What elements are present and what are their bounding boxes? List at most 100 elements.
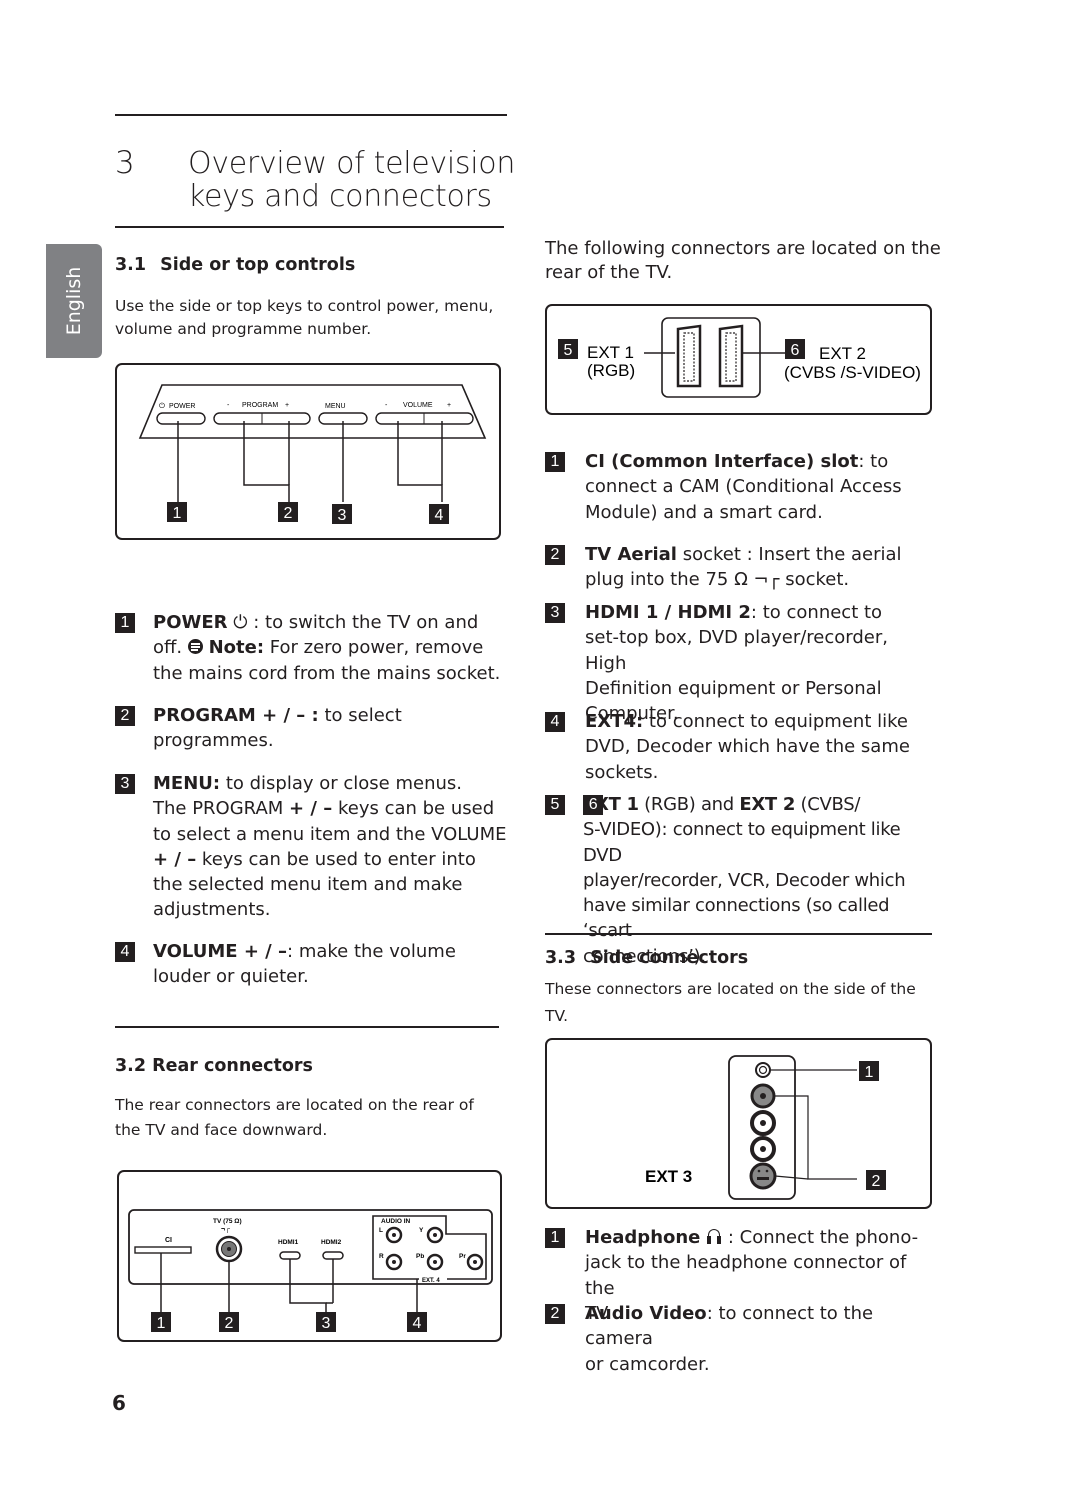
pb-label: Pb bbox=[416, 1253, 424, 1260]
item-badge: 1 bbox=[545, 452, 565, 472]
item-text: to select a menu item and the VOLUME bbox=[153, 823, 507, 845]
ext1-label: EXT 1 bbox=[587, 343, 634, 362]
item-text: jack to the headphone connector of the bbox=[585, 1252, 907, 1299]
item-text: (CVBS/ bbox=[795, 794, 861, 815]
intro-line: The following connectors are located on … bbox=[545, 238, 941, 259]
item-badge: 5 bbox=[545, 795, 565, 815]
item-badge: 2 bbox=[115, 706, 135, 726]
svideo-jack bbox=[749, 1162, 777, 1190]
item-badge: 3 bbox=[115, 774, 135, 794]
intro-line: rear of the TV. bbox=[545, 262, 673, 283]
callout-5-text: 5 bbox=[564, 342, 573, 359]
item-text-bold: + / – bbox=[153, 848, 197, 870]
language-tab: English bbox=[46, 244, 102, 358]
callout-2-text: 2 bbox=[284, 505, 293, 522]
section-3-2-intro: The rear connectors are located on the r… bbox=[115, 1093, 474, 1143]
ci-label: CI bbox=[165, 1237, 172, 1244]
intro-line: The rear connectors are located on the r… bbox=[115, 1096, 474, 1114]
rear-connectors-figure: CI TV (75 Ω) ¬┌ HDMI1 HDMI2 AUDIO IN L R… bbox=[117, 1170, 502, 1342]
hdmi2-label: HDMI2 bbox=[321, 1239, 342, 1246]
callout-4-text: 4 bbox=[413, 1315, 422, 1332]
audio-r-label: R bbox=[379, 1253, 384, 1260]
callout-1-text: 1 bbox=[173, 505, 182, 522]
item-text: connect a CAM (Conditional Access bbox=[585, 476, 902, 498]
item-badge: 2 bbox=[545, 545, 565, 565]
item-title: EXT 2 bbox=[739, 794, 796, 815]
chapter-title-line2: keys and connectors bbox=[188, 179, 492, 214]
item-title: Headphone bbox=[585, 1227, 701, 1248]
volume-minus-label: - bbox=[385, 402, 388, 409]
item-text: For zero power, remove bbox=[264, 637, 484, 659]
section-3-3-title: Side connectors bbox=[590, 948, 749, 968]
item-badge: 6 bbox=[583, 795, 603, 815]
item-text: plug into the 75 Ω ¬┌ socket. bbox=[585, 569, 850, 591]
intro-line: These connectors are located on the side… bbox=[545, 980, 916, 998]
item-title: TV Aerial bbox=[585, 544, 677, 565]
item-text: or camcorder. bbox=[585, 1353, 710, 1375]
item-title: HDMI 1 / HDMI 2 bbox=[585, 602, 751, 623]
item-text: keys can be used to enter into bbox=[196, 848, 476, 870]
callout-2-text: 2 bbox=[225, 1315, 234, 1332]
volume-plus-label: + bbox=[447, 402, 451, 409]
item-badge: 2 bbox=[545, 1304, 565, 1324]
ext4-label: EXT. 4 bbox=[422, 1278, 440, 1284]
power-icon: ⏻ bbox=[233, 612, 248, 633]
item-text-bold: + / – bbox=[289, 798, 333, 820]
item-text: : Connect the phono- bbox=[722, 1227, 919, 1248]
item-text: off. bbox=[153, 637, 183, 659]
program-plus-label: + bbox=[285, 402, 289, 409]
volume-label: VOLUME bbox=[403, 402, 433, 409]
rear-intro: The following connectors are located on … bbox=[545, 237, 941, 285]
side-connectors-diagram: EXT 3 1 2 bbox=[645, 1055, 886, 1200]
power-label: POWER bbox=[169, 403, 195, 410]
item-text: sockets. bbox=[585, 761, 659, 783]
callout-1-text: 1 bbox=[865, 1064, 874, 1081]
item-title: EXT4: bbox=[585, 711, 644, 732]
item-text: : to switch the TV on and bbox=[247, 612, 479, 633]
item-text: set-top box, DVD player/recorder, High bbox=[585, 627, 888, 674]
item-title: PROGRAM + / – : bbox=[153, 705, 319, 726]
tv-aerial-label: TV (75 Ω) bbox=[213, 1218, 242, 1225]
item-text: programmes. bbox=[153, 730, 274, 752]
section-3-1-heading: 3.1 Side or top controls bbox=[115, 255, 355, 275]
intro-line: the TV and face downward. bbox=[115, 1121, 328, 1139]
menu-label: MENU bbox=[325, 403, 346, 410]
ci-slot bbox=[134, 1246, 192, 1254]
item-badge: 4 bbox=[545, 712, 565, 732]
scart-figure: 5 EXT 1 (RGB) 6 EXT 2 (CVBS /S-VIDEO) bbox=[545, 304, 932, 415]
section-3-3-rule bbox=[545, 933, 932, 935]
item-text: to select bbox=[318, 705, 402, 726]
scart-ext2-connector bbox=[718, 324, 744, 388]
item-text: the mains cord from the mains socket. bbox=[153, 662, 501, 684]
callout-2-text: 2 bbox=[872, 1173, 881, 1190]
item-text: to connect to equipment like bbox=[643, 711, 908, 732]
side-controls-diagram: ⏻ POWER - PROGRAM + MENU - VOLUME + 1 2 … bbox=[138, 384, 487, 524]
ext2-sub-label: (CVBS /S-VIDEO) bbox=[784, 363, 921, 382]
ext4-block bbox=[372, 1215, 487, 1280]
section-3-3-intro: These connectors are located on the side… bbox=[545, 976, 916, 1030]
aerial-icon: ¬┌ bbox=[221, 1226, 230, 1233]
program-minus-label: - bbox=[227, 402, 230, 409]
item-title: Audio Video bbox=[585, 1303, 707, 1324]
item-badge: 3 bbox=[545, 603, 565, 623]
item-text: socket : Insert the aerial bbox=[676, 544, 902, 565]
hdmi1-port bbox=[279, 1251, 301, 1260]
pr-label: Pr bbox=[459, 1253, 466, 1260]
section-3-2-heading: 3.2 Rear connectors bbox=[115, 1056, 313, 1076]
callout-3-text: 3 bbox=[338, 507, 347, 524]
item-text: The PROGRAM bbox=[153, 798, 290, 820]
item-text: to display or close menus. bbox=[220, 773, 462, 794]
program-label: PROGRAM bbox=[242, 402, 278, 409]
callout-6-text: 6 bbox=[791, 342, 800, 359]
section-3-3-heading: 3.3 Side connectors bbox=[545, 948, 748, 968]
page-number: 6 bbox=[112, 1391, 126, 1415]
y-label: Y bbox=[419, 1227, 424, 1234]
intro-line: TV. bbox=[545, 1007, 569, 1025]
item-badge: 4 bbox=[115, 942, 135, 962]
language-tab-label: English bbox=[63, 266, 85, 336]
callout-1-text: 1 bbox=[157, 1315, 166, 1332]
header-bottom-rule bbox=[115, 226, 504, 228]
hdmi2-port bbox=[322, 1251, 344, 1260]
item-badge: 1 bbox=[115, 613, 135, 633]
section-3-1-title: Side or top controls bbox=[160, 255, 356, 275]
